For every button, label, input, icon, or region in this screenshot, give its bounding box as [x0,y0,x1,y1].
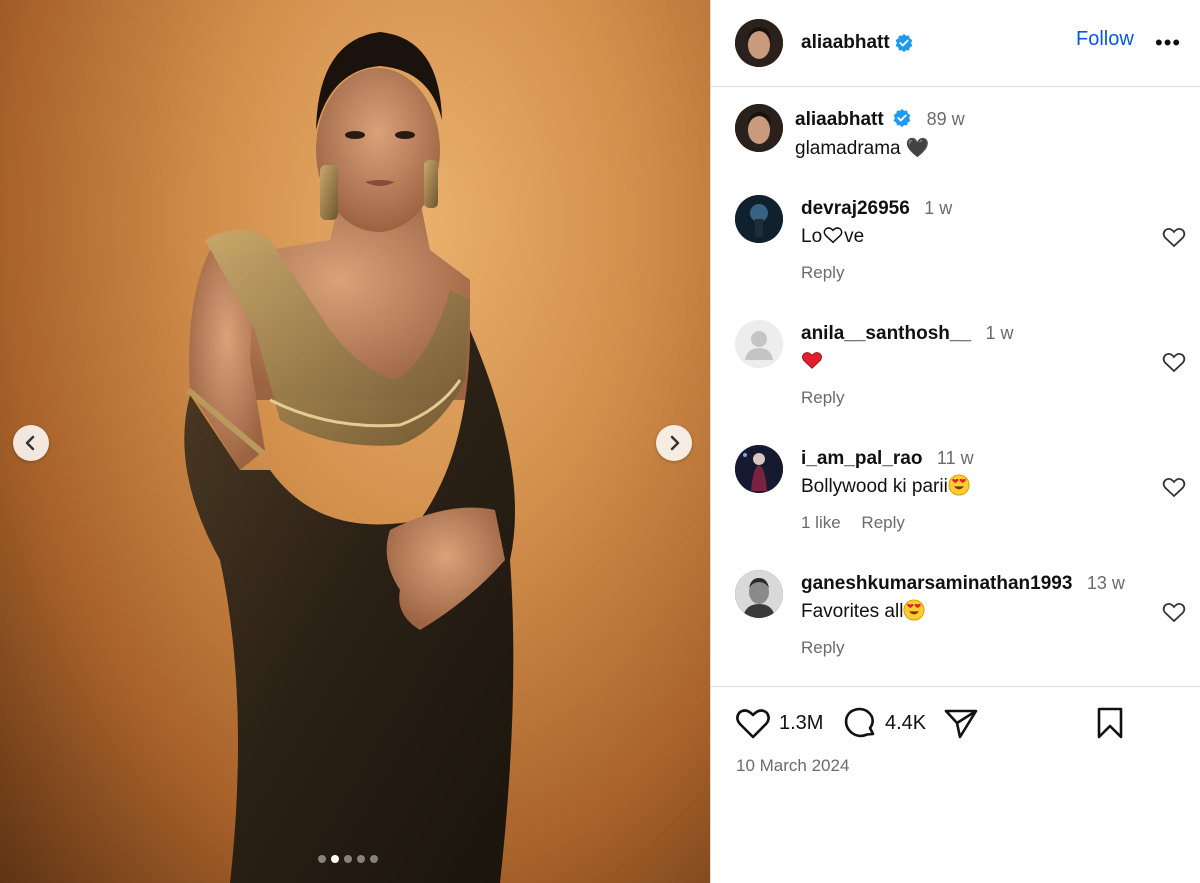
comment-text: Bollywood ki parii [801,474,970,498]
commenter-avatar[interactable] [735,320,783,368]
comment-text-start: Favorites all [801,601,904,622]
previous-slide-button[interactable] [13,425,49,461]
comment-meta: devraj26956 1 w [801,198,952,220]
comment-meta: anila__santhosh__ 1 w [801,323,1014,345]
heart-eyes-emoji-icon [948,474,970,496]
reply-button[interactable]: Reply [801,388,844,407]
more-options-button[interactable]: ••• [1155,30,1181,56]
comment-like-count[interactable]: 1 like [801,513,841,532]
reply-button[interactable]: Reply [861,513,904,532]
default-avatar-icon [735,320,783,368]
heart-outline-emoji-icon [823,227,843,244]
avatar-image [735,445,783,493]
like-button[interactable]: 1.3M [735,706,823,740]
commenter-username[interactable]: i_am_pal_rao [801,448,922,469]
comment-actions: Reply [801,263,860,283]
avatar-image [735,19,783,67]
caption-text: glamadrama 🖤 [795,138,930,159]
comment-meta: ganeshkumarsaminathan1993 13 w [801,573,1125,595]
author-avatar[interactable] [735,19,783,67]
carousel-dot-active [331,855,339,863]
commenter-username[interactable]: devraj26956 [801,198,910,219]
comment-actions: 1 like Reply [801,513,921,533]
share-button[interactable] [943,706,979,740]
avatar-image [735,570,783,618]
like-count: 1.3M [779,711,824,734]
commenter-avatar[interactable] [735,570,783,618]
post-header: aliaabhatt Follow ••• [711,0,1200,87]
actions-divider [711,686,1200,687]
comment-text: Favorites all [801,599,925,623]
comment-text-end: ve [844,226,865,247]
caption-meta: aliaabhatt 89 w [795,108,965,131]
commenter-username[interactable]: anila__santhosh__ [801,323,971,344]
post-action-bar: 1.3M 4.4K [735,706,1185,746]
like-comment-heart-icon[interactable] [1161,475,1187,499]
reply-button[interactable]: Reply [801,263,844,282]
bookmark-icon [1097,707,1123,739]
comment-text [801,349,823,373]
post-date[interactable]: 10 March 2024 [736,756,849,776]
comment-meta: i_am_pal_rao 11 w [801,448,974,470]
photo-viewer[interactable] [0,0,710,883]
like-comment-heart-icon[interactable] [1161,600,1187,624]
comment-actions: Reply [801,638,860,658]
author-username[interactable]: aliaabhatt [801,32,890,54]
caption-avatar[interactable] [735,104,783,152]
commenter-username[interactable]: ganeshkumarsaminathan1993 [801,573,1072,594]
comment-item: ganeshkumarsaminathan1993 13 w Favorites… [735,570,1186,680]
post-side-panel: aliaabhatt Follow ••• aliaabhatt 89 w gl… [710,0,1200,883]
chevron-right-icon [670,435,680,451]
save-button[interactable] [1095,706,1125,740]
red-heart-emoji-icon [802,352,822,369]
comment-bubble-icon [844,707,875,738]
comment-text: Lo ve [801,224,864,248]
comment-actions: Reply [801,388,860,408]
comment-count: 4.4K [885,711,927,734]
comment-timestamp: 1 w [924,198,953,218]
heart-icon [736,709,770,739]
carousel-dot [370,855,378,863]
next-slide-button[interactable] [656,425,692,461]
carousel-indicator [318,855,378,863]
chevron-left-icon [25,435,35,451]
carousel-dot [318,855,326,863]
like-comment-heart-icon[interactable] [1161,350,1187,374]
commenter-avatar[interactable] [735,195,783,243]
like-comment-heart-icon[interactable] [1161,225,1187,249]
carousel-dot [357,855,365,863]
comment-text-start: Lo [801,226,823,247]
comment-item: anila__santhosh__ 1 w Reply [735,320,1186,430]
avatar-image [735,195,783,243]
carousel-dot [344,855,352,863]
commenter-avatar[interactable] [735,445,783,493]
share-paper-plane-icon [944,709,978,739]
follow-button[interactable]: Follow [1076,28,1134,51]
verified-badge-icon [893,108,911,128]
avatar-image [735,104,783,152]
comment-item: devraj26956 1 w Lo ve Reply [735,195,1186,305]
post-photo [184,32,516,883]
reply-button[interactable]: Reply [801,638,844,657]
caption-username[interactable]: aliaabhatt [795,109,884,130]
comment-timestamp: 13 w [1086,573,1125,593]
heart-eyes-emoji-icon [903,599,925,621]
comment-button[interactable]: 4.4K [843,706,926,740]
comment-timestamp: 11 w [936,448,974,468]
verified-badge-icon [895,33,913,53]
comment-timestamp: 1 w [985,323,1014,343]
comment-text-start: Bollywood ki parii [801,476,948,497]
caption-timestamp[interactable]: 89 w [927,109,965,129]
comment-item: i_am_pal_rao 11 w Bollywood ki parii 1 l… [735,445,1186,555]
